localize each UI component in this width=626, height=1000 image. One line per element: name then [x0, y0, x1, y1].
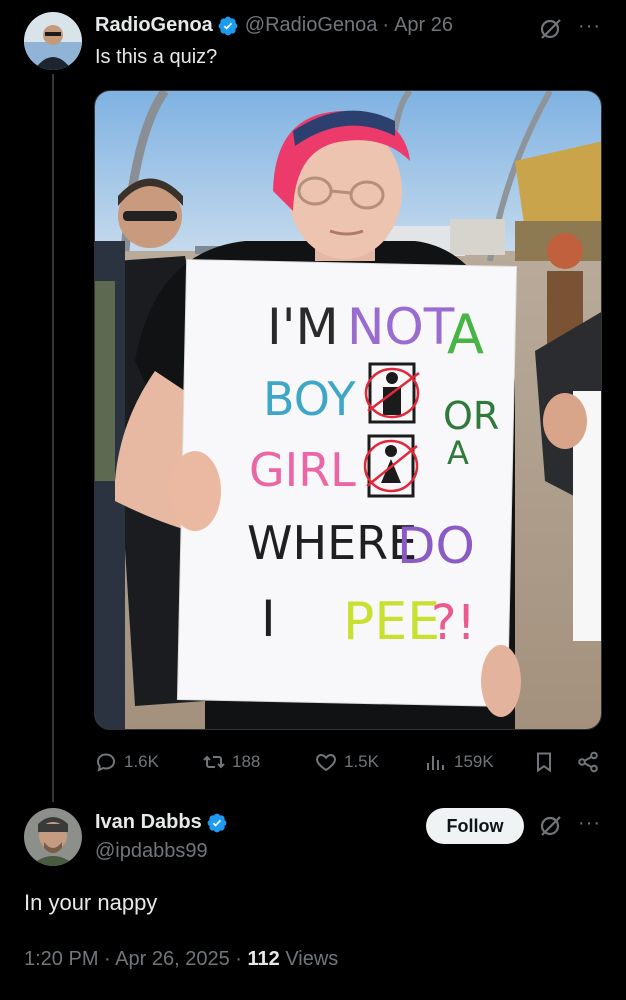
reply-author-avatar[interactable] — [24, 808, 82, 866]
reply-meta: 1:20 PM · Apr 26, 2025 · 112 Views — [24, 948, 338, 971]
reply-views-label: Views — [285, 948, 339, 970]
reply-button[interactable]: 1.6K — [94, 750, 159, 774]
verified-badge-icon — [207, 813, 227, 832]
more-icon[interactable]: ··· — [578, 813, 601, 833]
sign-word-im: I'M — [267, 298, 339, 356]
sign-word-or: OR — [443, 394, 499, 438]
avatar-image — [24, 808, 82, 866]
sign-word-not: NOT — [347, 298, 455, 356]
like-button[interactable]: 1.5K — [314, 750, 379, 774]
grok-icon[interactable] — [538, 16, 564, 42]
bookmark-button[interactable] — [532, 750, 562, 774]
tweet-action-bar: 1.6K 188 1.5K 159K — [94, 748, 604, 778]
reply-author-name[interactable]: Ivan Dabbs — [95, 811, 202, 834]
repost-count: 188 — [232, 752, 261, 771]
author-handle[interactable]: @RadioGenoa — [245, 14, 378, 37]
sign-word-boy: BOY — [263, 372, 356, 426]
author-header: RadioGenoa @RadioGenoa · Apr 26 — [95, 14, 453, 37]
avatar-image — [24, 12, 82, 70]
sign-word-girl: GIRL — [249, 443, 356, 497]
tweet-photo[interactable]: I'M NOT A BOY OR GIRL A WHERE DO I PEE ?… — [94, 90, 602, 730]
sign-word-do: DO — [397, 517, 475, 575]
reply-text: In your nappy — [24, 890, 158, 915]
more-icon[interactable]: ··· — [578, 16, 601, 36]
sign-word-punct: ?! — [431, 595, 476, 651]
repost-icon — [203, 755, 225, 769]
sign-word-a2: A — [447, 434, 469, 472]
follow-button[interactable]: Follow — [426, 808, 524, 844]
reply-date[interactable]: Apr 26, 2025 — [115, 948, 230, 970]
sign-word-i: I — [261, 590, 276, 648]
like-icon — [316, 753, 336, 772]
verified-badge-icon — [218, 16, 238, 35]
reply-icon — [96, 753, 116, 772]
tweet-text: Is this a quiz? — [95, 46, 218, 68]
like-count: 1.5K — [344, 752, 379, 771]
repost-button[interactable]: 188 — [202, 750, 260, 774]
reply-views-count: 112 — [247, 948, 280, 970]
grok-icon[interactable] — [538, 813, 564, 839]
sign-word-pee: PEE — [343, 592, 440, 652]
reply-author-handle[interactable]: @ipdabbs99 — [95, 840, 208, 863]
sign-word-a1: A — [447, 303, 484, 366]
reply-time[interactable]: 1:20 PM — [24, 948, 98, 970]
thread-connector-line — [52, 74, 54, 802]
tweet-date[interactable]: Apr 26 — [394, 14, 453, 37]
reply-count: 1.6K — [124, 752, 159, 771]
share-button[interactable] — [576, 750, 606, 774]
separator-dot: · — [235, 948, 248, 970]
author-avatar[interactable] — [24, 12, 82, 70]
share-icon — [578, 751, 598, 773]
views-icon — [427, 756, 444, 770]
views-count: 159K — [454, 752, 494, 771]
photo-image: I'M NOT A BOY OR GIRL A WHERE DO I PEE ?… — [95, 91, 601, 729]
bookmark-icon — [537, 752, 551, 773]
views-button[interactable]: 159K — [424, 750, 494, 774]
reply-author-header: Ivan Dabbs — [95, 811, 228, 834]
separator-dot: · — [382, 14, 390, 36]
author-name[interactable]: RadioGenoa — [95, 14, 213, 37]
sign-word-where: WHERE — [247, 516, 417, 570]
separator-dot: · — [104, 948, 116, 970]
